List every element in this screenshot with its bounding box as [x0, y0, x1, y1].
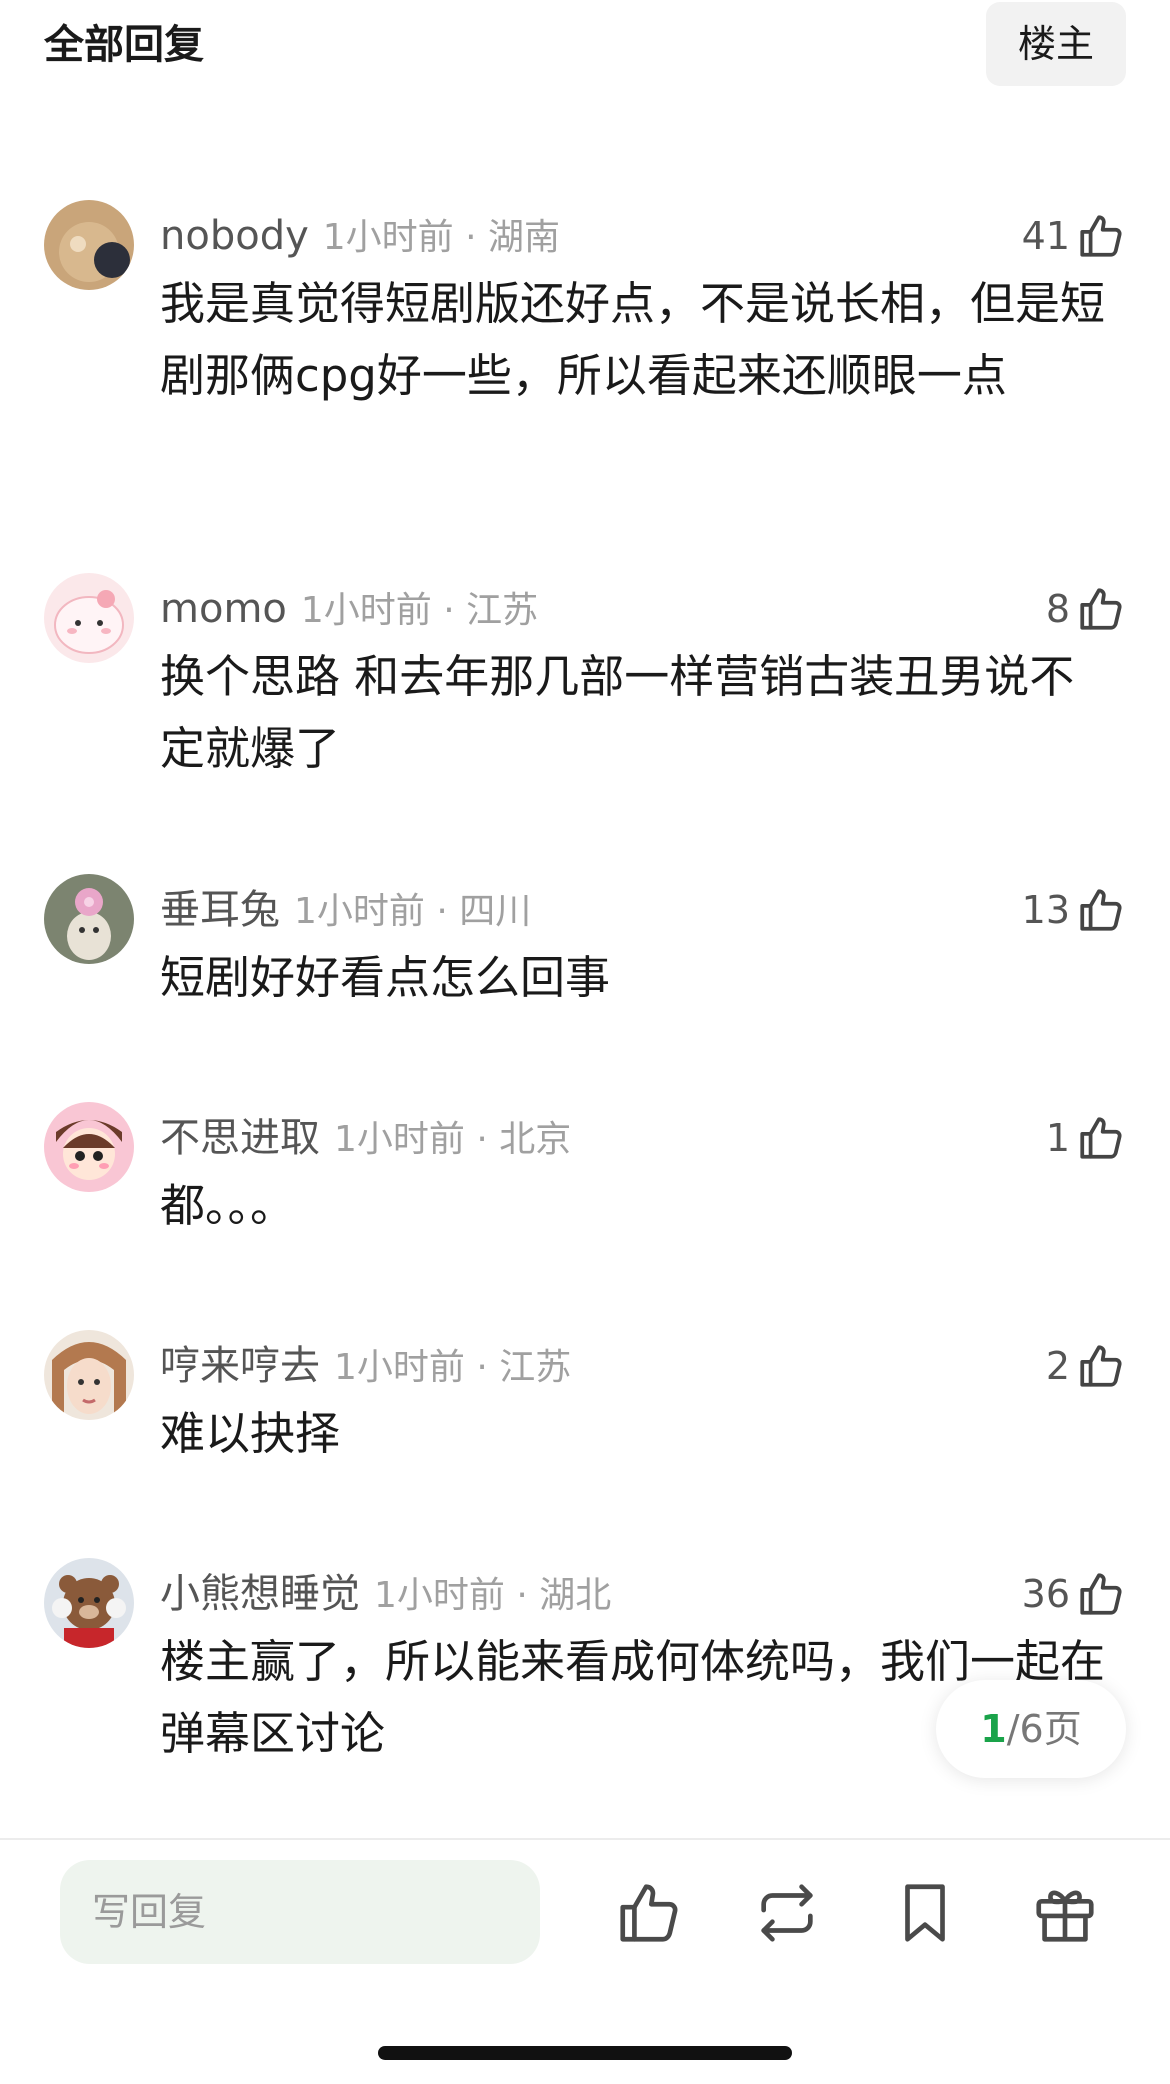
thumbs-up-icon — [1080, 588, 1122, 630]
thumbs-up-icon — [1080, 1573, 1122, 1615]
comment-time: 1小时前 — [374, 1575, 505, 1616]
avatar[interactable] — [44, 874, 134, 964]
repost-icon — [761, 1884, 813, 1942]
thumbs-up-icon — [1080, 215, 1122, 257]
thumbs-up-icon — [620, 1884, 678, 1942]
comment-meta: 小熊想睡觉 1小时前 · 湖北 — [160, 1566, 611, 1622]
username[interactable]: momo — [160, 586, 287, 632]
comment-content: 都。。。 — [160, 1179, 296, 1232]
header: 全部回复 楼主 — [0, 0, 1170, 90]
comment-info: 1小时前 · 江苏 — [334, 1347, 572, 1388]
home-indicator[interactable] — [378, 2046, 792, 2060]
repost-button[interactable] — [752, 1878, 822, 1948]
comment-location: 湖南 — [488, 217, 561, 258]
like-button[interactable]: 41 — [1022, 206, 1126, 266]
comment-content: 换个思路 和去年那几部一样营销古装丑男说不定就爆了 — [160, 650, 1075, 775]
comment-time: 1小时前 — [294, 891, 425, 932]
comment-location: 四川 — [459, 891, 532, 932]
avatar[interactable] — [44, 1558, 134, 1648]
comment-content: 难以抉择 — [160, 1407, 341, 1460]
comment-time: 1小时前 — [300, 590, 432, 631]
page-title: 全部回复 — [44, 22, 204, 68]
avatar-image — [44, 1330, 134, 1420]
avatar[interactable] — [44, 200, 134, 290]
comment-location: 江苏 — [466, 590, 539, 631]
avatar-image — [44, 1558, 134, 1648]
comment-location: 湖北 — [539, 1575, 612, 1616]
comment-info: 1小时前 · 四川 — [294, 891, 532, 932]
reply-input[interactable] — [60, 1860, 540, 1964]
like-button[interactable]: 13 — [1022, 880, 1126, 940]
like-button[interactable]: 2 — [1046, 1336, 1126, 1396]
like-button[interactable]: 1 — [1046, 1108, 1126, 1168]
comment-content: 短剧好好看点怎么回事 — [160, 951, 611, 1004]
gift-button[interactable] — [1030, 1878, 1100, 1948]
comment-info: 1小时前 · 湖北 — [374, 1575, 612, 1616]
comment-location: 北京 — [499, 1119, 572, 1160]
comment-time: 1小时前 — [322, 217, 454, 258]
like-count: 36 — [1021, 1572, 1070, 1616]
like-count: 2 — [1045, 1344, 1070, 1388]
like-count: 13 — [1021, 888, 1070, 932]
comment-location: 江苏 — [499, 1347, 572, 1388]
avatar[interactable] — [44, 1330, 134, 1420]
like-count: 41 — [1021, 214, 1070, 258]
avatar[interactable] — [44, 573, 134, 663]
like-count: 8 — [1045, 587, 1070, 631]
username[interactable]: nobody — [160, 213, 309, 259]
comment-info: 1小时前 · 湖南 — [322, 217, 561, 258]
username[interactable]: 垂耳兔 — [160, 887, 280, 933]
avatar-image — [44, 200, 134, 290]
bookmark-icon — [905, 1884, 945, 1942]
comment-info: 1小时前 · 江苏 — [300, 590, 539, 631]
comment-info: 1小时前 · 北京 — [334, 1119, 572, 1160]
thumbs-up-icon — [1080, 1345, 1122, 1387]
current-page: 1 — [980, 1707, 1007, 1751]
bottom-action-bar — [0, 1838, 1170, 2010]
thumbs-up-icon — [1080, 889, 1122, 931]
bookmark-button[interactable] — [890, 1878, 960, 1948]
like-button[interactable]: 36 — [1022, 1564, 1126, 1624]
avatar-image — [44, 1102, 134, 1192]
username[interactable]: 不思进取 — [160, 1115, 320, 1161]
thumbs-up-icon — [1080, 1117, 1122, 1159]
comment-content: 我是真觉得短剧版还好点，不是说长相，但是短剧那俩cpg好一些，所以看起来还顺眼一… — [160, 277, 1106, 402]
total-pages: /6页 — [1006, 1707, 1082, 1751]
comment-time: 1小时前 — [334, 1119, 465, 1160]
comment-meta: 不思进取 1小时前 · 北京 — [160, 1110, 571, 1166]
avatar-image — [44, 573, 134, 663]
owner-only-button[interactable]: 楼主 — [986, 2, 1126, 86]
comment-meta: momo 1小时前 · 江苏 — [160, 581, 538, 637]
comment-time: 1小时前 — [334, 1347, 465, 1388]
comment-meta: nobody 1小时前 · 湖南 — [160, 208, 560, 264]
comment-meta: 垂耳兔 1小时前 · 四川 — [160, 882, 531, 938]
like-count: 1 — [1045, 1116, 1070, 1160]
comment-meta: 哼来哼去 1小时前 · 江苏 — [160, 1338, 571, 1394]
username[interactable]: 哼来哼去 — [160, 1343, 320, 1389]
like-post-button[interactable] — [614, 1878, 684, 1948]
username[interactable]: 小熊想睡觉 — [160, 1571, 360, 1617]
page-indicator[interactable]: 1/6页 — [936, 1680, 1126, 1778]
avatar[interactable] — [44, 1102, 134, 1192]
gift-icon — [1036, 1890, 1094, 1942]
avatar-image — [44, 874, 134, 964]
like-button[interactable]: 8 — [1046, 579, 1126, 639]
